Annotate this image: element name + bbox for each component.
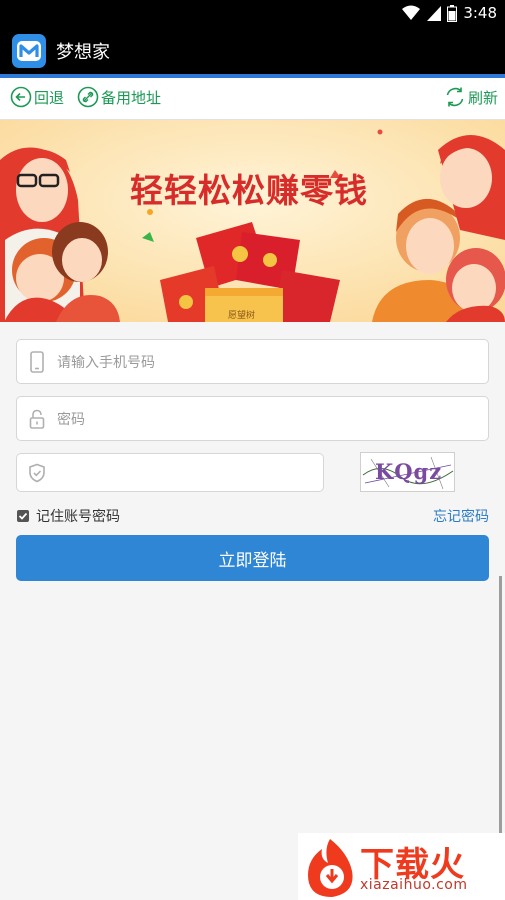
flame-logo-icon xyxy=(308,839,353,897)
backup-address-label: 备用地址 xyxy=(101,88,162,107)
battery-icon xyxy=(447,4,458,22)
promo-banner[interactable]: 轻轻松松赚零钱 愿望树 xyxy=(0,120,505,322)
captcha-text: KQgz xyxy=(375,459,443,484)
lock-icon xyxy=(29,409,45,429)
remember-password-checkbox[interactable]: 记住账号密码 xyxy=(17,506,120,526)
refresh-label: 刷新 xyxy=(468,88,499,107)
refresh-icon xyxy=(446,87,464,107)
login-button[interactable]: 立即登陆 xyxy=(16,535,489,581)
signal-icon xyxy=(427,6,442,21)
phone-field[interactable]: 请输入手机号码 xyxy=(16,339,489,384)
back-label: 回退 xyxy=(34,88,65,107)
backup-address-button[interactable]: 备用地址 xyxy=(77,86,161,108)
app-bar: 梦想家 xyxy=(0,28,505,74)
scrollbar[interactable] xyxy=(499,576,502,836)
banner-headline: 轻轻松松赚零钱 xyxy=(130,171,368,210)
captcha-image[interactable]: KQgz xyxy=(360,452,455,492)
refresh-button[interactable]: 刷新 xyxy=(444,86,498,108)
app-logo xyxy=(12,34,46,68)
status-time: 3:48 xyxy=(463,4,497,22)
phone-placeholder: 请输入手机号码 xyxy=(57,354,155,371)
package-label: 愿望树 xyxy=(228,311,256,321)
watermark-url: xiazaihuo.com xyxy=(360,877,468,893)
status-bar: 3:48 xyxy=(0,0,505,28)
wifi-icon xyxy=(402,5,421,20)
back-button[interactable]: 回退 xyxy=(10,86,64,108)
logo-m-icon xyxy=(17,41,41,61)
password-placeholder: 密码 xyxy=(57,411,85,428)
back-arrow-icon xyxy=(10,86,32,108)
banner-illustration xyxy=(0,120,505,322)
link-icon xyxy=(77,86,99,108)
captcha-field[interactable] xyxy=(16,453,324,492)
phone-icon xyxy=(30,350,44,373)
forgot-password-link[interactable]: 忘记密码 xyxy=(433,506,489,526)
remember-password-label: 记住账号密码 xyxy=(36,509,120,525)
toolbar: 回退 备用地址 刷新 xyxy=(0,78,505,120)
watermark: 下载火 xiazaihuo.com xyxy=(298,833,505,900)
shield-icon xyxy=(29,463,45,482)
password-field[interactable]: 密码 xyxy=(16,396,489,441)
checkbox-checked-icon xyxy=(17,510,29,522)
app-title: 梦想家 xyxy=(56,42,110,63)
